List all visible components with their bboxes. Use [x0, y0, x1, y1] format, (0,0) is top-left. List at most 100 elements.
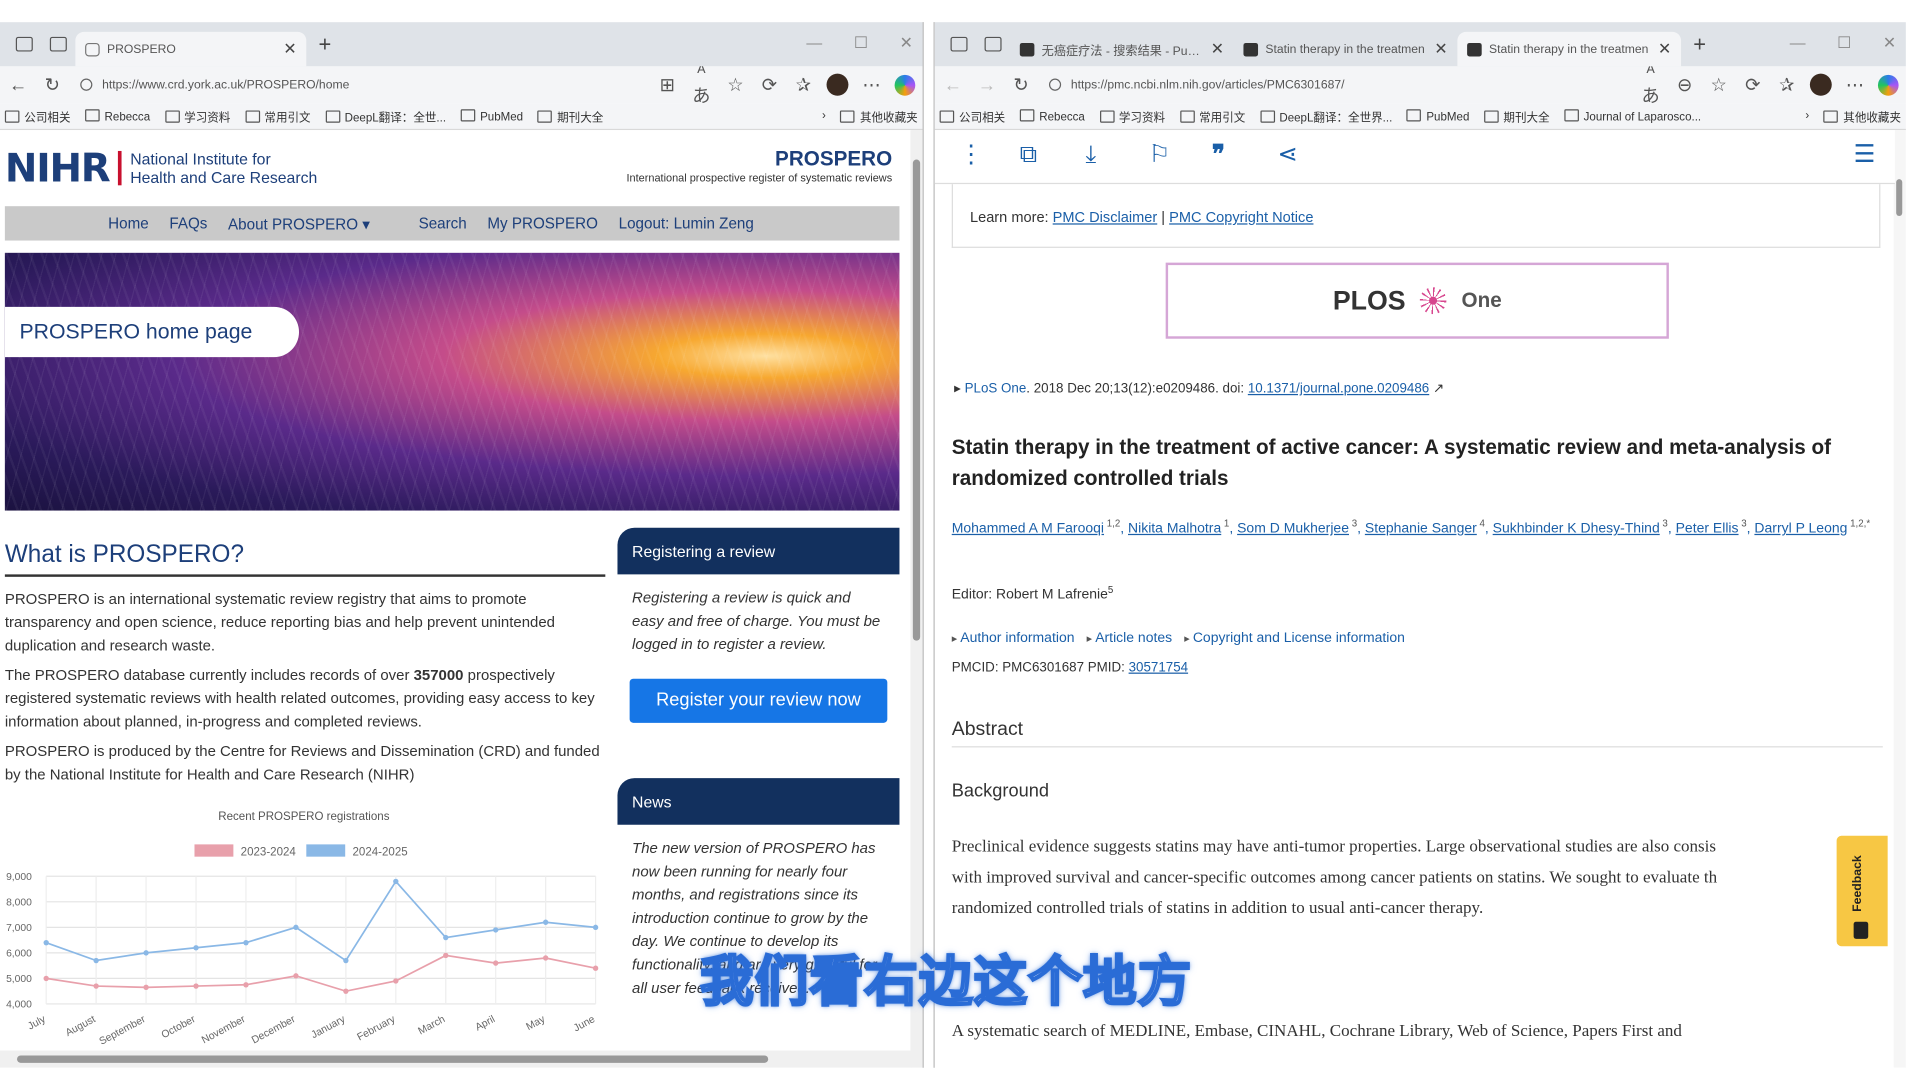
site-info-icon[interactable]: [80, 78, 93, 91]
bookmark-item[interactable]: DeepL翻译：全世...: [325, 107, 446, 125]
tab-prospero[interactable]: PROSPERO ✕: [75, 31, 307, 67]
author-link[interactable]: Darryl P Leong: [1754, 521, 1847, 536]
workspaces-icon[interactable]: [950, 36, 968, 52]
author-link[interactable]: Sukhbinder K Dhesy-Thind: [1493, 521, 1660, 536]
minimize-icon[interactable]: —: [806, 33, 822, 53]
pmc-disclaimer-link[interactable]: PMC Disclaimer: [1053, 209, 1158, 226]
bookmark-item[interactable]: 公司相关: [5, 107, 70, 125]
url-field[interactable]: https://www.crd.york.ac.uk/PROSPERO/home: [75, 71, 644, 98]
close-tab-icon[interactable]: ✕: [283, 39, 296, 59]
bookmark-item[interactable]: Rebecca: [85, 109, 151, 124]
favorites-icon[interactable]: ✰: [1776, 74, 1798, 96]
open-external-icon[interactable]: ⧉: [1020, 142, 1037, 167]
bookmark-item[interactable]: 常用引文: [245, 107, 310, 125]
bookmark-item[interactable]: Rebecca: [1020, 109, 1085, 124]
close-window-icon[interactable]: ✕: [1883, 33, 1896, 53]
bookmark-item[interactable]: 期刊大全: [1484, 107, 1549, 125]
more-menu-icon[interactable]: ⋯: [1844, 74, 1866, 96]
author-link[interactable]: Mohammed A M Farooqi: [952, 521, 1104, 536]
favorite-star-icon[interactable]: ☆: [1708, 74, 1730, 96]
favorite-star-icon[interactable]: ☆: [724, 74, 746, 96]
close-tab-icon[interactable]: ✕: [1658, 39, 1671, 59]
nav-logout[interactable]: Logout: Lumin Zeng: [619, 215, 754, 232]
address-bar: ← → ↻ https://pmc.ncbi.nlm.nih.gov/artic…: [934, 61, 1906, 107]
nav-search[interactable]: Search: [419, 215, 467, 232]
bookmark-item[interactable]: 学习资料: [165, 107, 230, 125]
tab-actions-icon[interactable]: [49, 36, 67, 52]
bookmark-item[interactable]: 期刊大全: [538, 107, 603, 125]
author-information-link[interactable]: Author information: [952, 631, 1074, 646]
maximize-icon[interactable]: ☐: [854, 33, 868, 53]
vertical-scrollbar[interactable]: [910, 130, 923, 1068]
bookmark-item[interactable]: 其他收藏夹: [1824, 107, 1901, 125]
article-notes-link[interactable]: Article notes: [1087, 631, 1172, 646]
new-tab-icon[interactable]: +: [318, 31, 331, 57]
bookmark-item[interactable]: 学习资料: [1099, 107, 1165, 125]
bookmark-item[interactable]: 其他收藏夹: [840, 107, 918, 125]
zoom-icon[interactable]: ⊖: [1674, 74, 1696, 96]
more-menu-icon[interactable]: ⋯: [861, 74, 883, 96]
author-link[interactable]: Nikita Malhotra: [1128, 521, 1221, 536]
horizontal-scrollbar[interactable]: [0, 1050, 912, 1068]
bookmark-icon[interactable]: ⚐: [1149, 142, 1171, 167]
download-icon[interactable]: ⤓: [1085, 142, 1096, 167]
copilot-icon[interactable]: [1877, 74, 1899, 96]
doi-link[interactable]: 10.1371/journal.pone.0209486: [1248, 382, 1429, 397]
author-link[interactable]: Som D Mukherjee: [1237, 521, 1349, 536]
copyright-license-link[interactable]: Copyright and License information: [1184, 631, 1405, 646]
cite-quote-icon[interactable]: ❞: [1212, 142, 1225, 167]
site-info-icon[interactable]: [1048, 78, 1062, 91]
forward-icon[interactable]: →: [976, 74, 998, 95]
bookmark-item[interactable]: 公司相关: [940, 107, 1005, 125]
tab-actions-icon[interactable]: [984, 36, 1002, 52]
minimize-icon[interactable]: —: [1790, 33, 1806, 53]
journal-link[interactable]: PLoS One: [965, 382, 1027, 397]
refresh-icon[interactable]: ↻: [1010, 74, 1032, 96]
refresh-icon[interactable]: ↻: [41, 74, 63, 96]
new-tab-icon[interactable]: +: [1693, 31, 1706, 57]
close-window-icon[interactable]: ✕: [900, 33, 913, 53]
pmc-copyright-link[interactable]: PMC Copyright Notice: [1169, 209, 1313, 226]
author-link[interactable]: Stephanie Sanger: [1365, 521, 1477, 536]
tab-statin-active[interactable]: Statin therapy in the treatmen ✕: [1457, 31, 1682, 67]
plos-one-banner[interactable]: PLOS One: [1165, 262, 1669, 339]
close-tab-icon[interactable]: ✕: [1211, 39, 1224, 59]
nihr-logo[interactable]: NIHR National Institute for Health and Ca…: [5, 145, 317, 192]
nav-home[interactable]: Home: [108, 215, 149, 232]
nav-my-prospero[interactable]: My PROSPERO: [487, 215, 598, 232]
nav-faqs[interactable]: FAQs: [169, 215, 207, 232]
bookmark-item[interactable]: PubMed: [461, 109, 523, 124]
favorites-icon[interactable]: ✰: [793, 74, 815, 96]
share-icon[interactable]: ⋖: [1277, 142, 1297, 167]
read-aloud-icon[interactable]: ⊞: [656, 74, 678, 96]
back-icon[interactable]: ←: [942, 74, 964, 95]
vertical-scrollbar[interactable]: [1893, 130, 1906, 1068]
pmid-link[interactable]: 30571754: [1129, 660, 1189, 675]
bookmark-item[interactable]: PubMed: [1407, 109, 1469, 124]
profile-avatar[interactable]: [1809, 73, 1832, 96]
bookmark-item[interactable]: 常用引文: [1180, 107, 1245, 125]
tab-statin-1[interactable]: Statin therapy in the treatmen ✕: [1234, 32, 1458, 66]
table-of-contents-icon[interactable]: ☰: [1854, 142, 1876, 167]
translate-icon[interactable]: ᴬあ: [1640, 61, 1662, 108]
bookmark-item[interactable]: Journal of Laparosco...: [1564, 109, 1701, 124]
copilot-icon[interactable]: [894, 74, 916, 96]
bookmark-item[interactable]: DeepL翻译：全世界...: [1260, 107, 1392, 125]
author-link[interactable]: Peter Ellis: [1676, 521, 1739, 536]
nav-about[interactable]: About PROSPERO ▾: [228, 214, 370, 232]
profile-avatar[interactable]: [826, 73, 849, 96]
close-tab-icon[interactable]: ✕: [1434, 39, 1447, 59]
maximize-icon[interactable]: ☐: [1837, 33, 1851, 53]
extensions-icon[interactable]: ⟳: [758, 74, 780, 96]
bookmarks-overflow-icon[interactable]: ›: [822, 109, 826, 123]
feedback-tab[interactable]: Feedback: [1836, 835, 1888, 947]
translate-icon[interactable]: ᴬあ: [690, 61, 712, 108]
extensions-icon[interactable]: ⟳: [1742, 74, 1764, 96]
back-icon[interactable]: ←: [7, 74, 29, 95]
tab-pubmed-search[interactable]: 无癌症疗法 - 搜索结果 - PubM ✕: [1010, 32, 1234, 66]
more-vertical-icon[interactable]: ⋮: [959, 142, 983, 167]
url-field[interactable]: https://pmc.ncbi.nlm.nih.gov/articles/PM…: [1044, 71, 1627, 98]
register-review-button[interactable]: Register your review now: [629, 678, 888, 723]
workspaces-icon[interactable]: [15, 36, 33, 52]
bookmarks-overflow-icon[interactable]: ›: [1805, 109, 1809, 123]
